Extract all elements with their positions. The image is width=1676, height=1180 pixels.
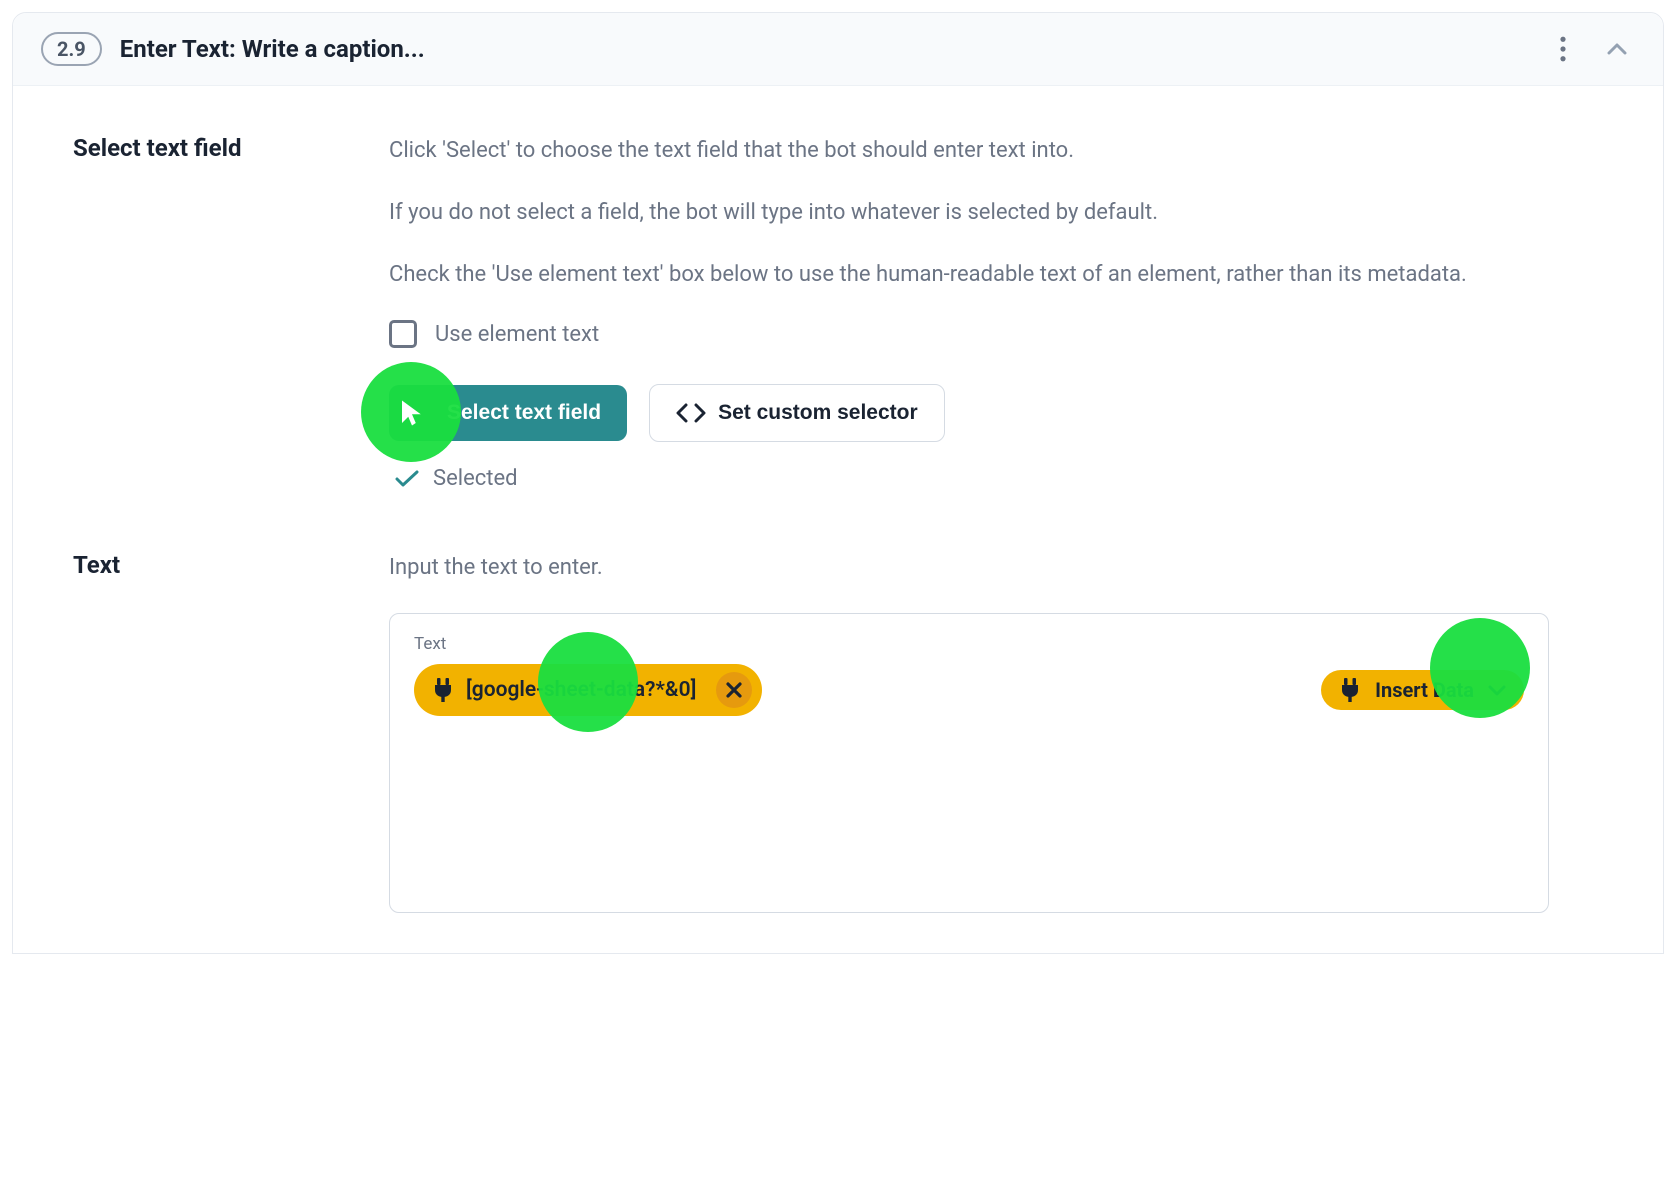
help-text-2: If you do not select a field, the bot wi… (389, 196, 1549, 230)
insert-data-button[interactable]: Insert Data (1321, 670, 1524, 710)
help-text-3: Check the 'Use element text' box below t… (389, 258, 1549, 292)
insert-data-label: Insert Data (1375, 678, 1474, 702)
select-text-field-button-label: Select text field (447, 401, 601, 425)
input-area-label: Text (414, 634, 1524, 654)
help-text-1: Click 'Select' to choose the text field … (389, 134, 1549, 168)
more-menu-button[interactable] (1545, 31, 1581, 67)
select-field-label: Select text field (73, 134, 357, 162)
more-vertical-icon (1559, 36, 1567, 62)
step-number-badge: 2.9 (41, 32, 102, 66)
select-text-field-section: Select text field Click 'Select' to choo… (37, 134, 1639, 491)
panel-body: Select text field Click 'Select' to choo… (13, 86, 1663, 953)
data-token-label: [google-sheet-data?*&0] (466, 678, 696, 702)
plug-icon (1339, 678, 1361, 702)
text-help: Input the text to enter. (389, 551, 1549, 585)
set-custom-selector-label: Set custom selector (718, 401, 918, 425)
status-text: Selected (433, 466, 518, 491)
panel-title: Enter Text: Write a caption... (120, 35, 1545, 63)
step-panel: 2.9 Enter Text: Write a caption... Selec… (12, 12, 1664, 954)
use-element-text-label: Use element text (435, 322, 599, 347)
collapse-button[interactable] (1599, 31, 1635, 67)
set-custom-selector-button[interactable]: Set custom selector (649, 384, 945, 442)
text-input-area[interactable]: Text [google-sheet-data?*&0] (389, 613, 1549, 913)
panel-header: 2.9 Enter Text: Write a caption... (13, 13, 1663, 86)
text-section: Text Input the text to enter. Text (37, 551, 1639, 913)
plug-icon (432, 678, 454, 702)
data-token-pill[interactable]: [google-sheet-data?*&0] (414, 664, 762, 716)
close-icon (726, 682, 742, 698)
chevron-down-icon (1488, 685, 1506, 696)
text-section-label: Text (73, 551, 357, 579)
chevron-up-icon (1607, 43, 1627, 55)
remove-token-button[interactable] (716, 672, 752, 708)
select-text-field-button[interactable]: Select text field (389, 385, 627, 441)
selected-status: Selected (389, 466, 1549, 491)
use-element-text-checkbox[interactable] (389, 320, 417, 348)
code-icon (676, 403, 706, 423)
check-icon (395, 470, 419, 488)
